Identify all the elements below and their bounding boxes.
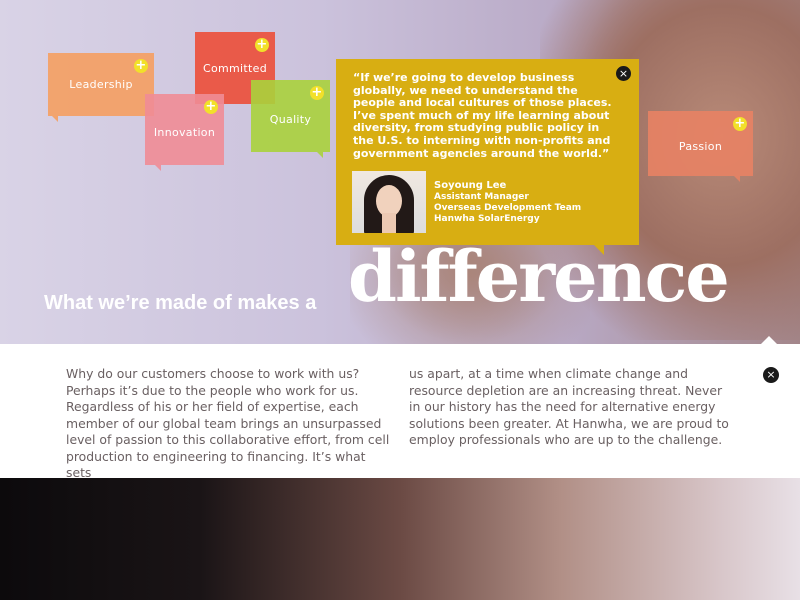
testimonial-popup: “If we’re going to develop business glob… — [336, 59, 639, 255]
tag-leadership-label: Leadership — [69, 78, 133, 91]
plus-icon[interactable]: + — [310, 86, 324, 100]
plus-icon[interactable]: + — [134, 59, 148, 73]
tag-tail — [317, 152, 323, 158]
tag-leadership[interactable]: Leadership + — [48, 53, 154, 122]
panel-notch — [761, 336, 777, 344]
tag-tail — [734, 176, 740, 182]
plus-icon[interactable]: + — [733, 117, 747, 131]
close-icon[interactable]: × — [616, 66, 631, 81]
panel-text-column-1: Why do our customers choose to work with… — [66, 366, 390, 480]
tag-quality[interactable]: Quality + — [251, 80, 330, 158]
plus-icon[interactable]: + — [204, 100, 218, 114]
tag-quality-label: Quality — [269, 112, 312, 126]
panel-text-column-2: us apart, at a time when climate change … — [409, 366, 729, 447]
tag-committed-label: Committed — [203, 61, 267, 75]
person-title: Assistant Manager — [434, 192, 529, 202]
tag-passion-label: Passion — [678, 140, 723, 153]
tag-tail — [155, 165, 161, 171]
person-info: Soyoung Lee Assistant Manager Overseas D… — [434, 180, 581, 225]
close-icon[interactable]: × — [763, 367, 779, 383]
photo-neck — [382, 213, 396, 233]
plus-icon[interactable]: + — [255, 38, 269, 52]
person-company: Hanwha SolarEnergy — [434, 214, 540, 224]
info-panel: Why do our customers choose to work with… — [0, 344, 800, 480]
headline-lead: What we’re made of makes a — [44, 292, 317, 314]
tag-passion[interactable]: Passion + — [648, 111, 753, 182]
tag-innovation[interactable]: Innovation + — [145, 94, 224, 171]
bottom-photo — [0, 478, 800, 600]
testimonial-quote: “If we’re going to develop business glob… — [353, 71, 612, 160]
headline-big: difference — [348, 235, 730, 318]
tag-innovation-label: Innovation — [153, 126, 216, 139]
person-name: Soyoung Lee — [434, 180, 507, 191]
person-team: Overseas Development Team — [434, 203, 582, 213]
person-photo — [352, 171, 426, 233]
tag-tail — [52, 116, 58, 122]
